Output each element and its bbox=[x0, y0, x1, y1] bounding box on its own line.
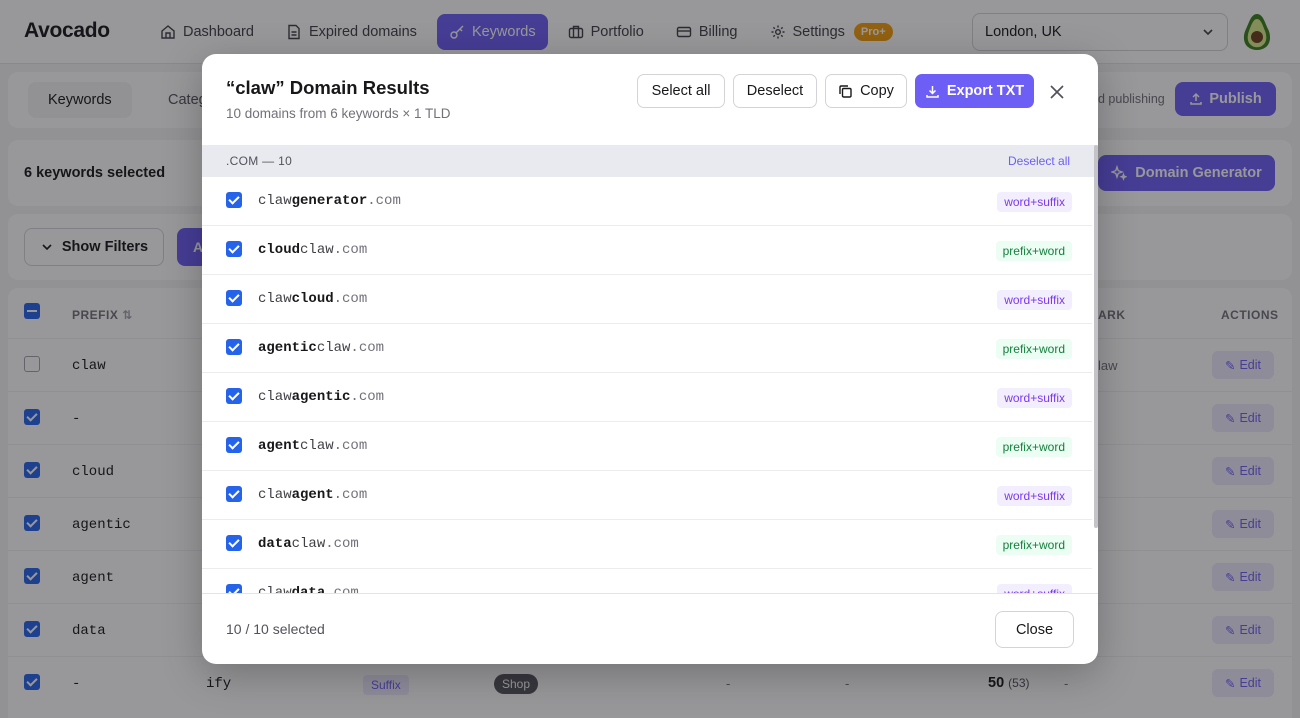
modal-subtitle: 10 domains from 6 keywords × 1 TLD bbox=[226, 106, 451, 121]
domain-row[interactable]: agentclaw.com prefix+word bbox=[202, 422, 1092, 471]
domain-checkbox[interactable] bbox=[226, 535, 242, 551]
domain-name: clawagent.com bbox=[258, 487, 368, 503]
pattern-badge: word+suffix bbox=[997, 486, 1072, 506]
domain-row[interactable]: dataclaw.com prefix+word bbox=[202, 520, 1092, 569]
pattern-badge: prefix+word bbox=[995, 437, 1072, 457]
modal-title: “claw” Domain Results bbox=[226, 77, 430, 98]
pattern-badge: prefix+word bbox=[995, 241, 1072, 261]
domain-row[interactable]: cloudclaw.com prefix+word bbox=[202, 226, 1092, 275]
domain-name: agentclaw.com bbox=[258, 438, 368, 454]
tld-group-label: .COM — 10 bbox=[226, 154, 293, 168]
deselect-all-link[interactable]: Deselect all bbox=[1008, 154, 1070, 168]
pattern-badge: prefix+word bbox=[995, 339, 1072, 359]
tld-group-header: .COM — 10 Deselect all bbox=[202, 145, 1098, 177]
close-icon[interactable] bbox=[1046, 81, 1068, 103]
domain-row[interactable]: clawcloud.com word+suffix bbox=[202, 275, 1092, 324]
domain-name: dataclaw.com bbox=[258, 536, 359, 552]
pattern-badge: word+suffix bbox=[997, 388, 1072, 408]
pattern-badge: word+suffix bbox=[997, 290, 1072, 310]
copy-button[interactable]: Copy bbox=[825, 74, 907, 108]
pattern-badge: prefix+word bbox=[995, 535, 1072, 555]
pattern-badge: word+suffix bbox=[997, 192, 1072, 212]
domain-row[interactable]: clawagent.com word+suffix bbox=[202, 471, 1092, 520]
domain-results-modal: “claw” Domain Results 10 domains from 6 … bbox=[202, 54, 1098, 664]
export-label: Export TXT bbox=[946, 83, 1025, 99]
domain-row[interactable]: clawdata.com word+suffix bbox=[202, 569, 1092, 593]
domain-name: cloudclaw.com bbox=[258, 242, 368, 258]
list-scrollbar[interactable] bbox=[1094, 145, 1098, 528]
download-icon bbox=[926, 85, 939, 98]
domain-checkbox[interactable] bbox=[226, 241, 242, 257]
domain-list[interactable]: clawgenerator.com word+suffix cloudclaw.… bbox=[202, 177, 1098, 593]
modal-footer: 10 / 10 selected Close bbox=[202, 593, 1098, 664]
domain-row[interactable]: agenticclaw.com prefix+word bbox=[202, 324, 1092, 373]
select-all-button[interactable]: Select all bbox=[637, 74, 725, 108]
domain-checkbox[interactable] bbox=[226, 584, 242, 593]
domain-checkbox[interactable] bbox=[226, 486, 242, 502]
domain-row[interactable]: clawgenerator.com word+suffix bbox=[202, 177, 1092, 226]
domain-name: clawdata.com bbox=[258, 585, 359, 593]
domain-name: clawcloud.com bbox=[258, 291, 368, 307]
copy-label: Copy bbox=[860, 83, 894, 99]
domain-name: clawagentic.com bbox=[258, 389, 385, 405]
domain-checkbox[interactable] bbox=[226, 339, 242, 355]
domain-checkbox[interactable] bbox=[226, 290, 242, 306]
domain-name: clawgenerator.com bbox=[258, 193, 401, 209]
domain-checkbox[interactable] bbox=[226, 192, 242, 208]
export-txt-button[interactable]: Export TXT bbox=[915, 74, 1034, 108]
domain-checkbox[interactable] bbox=[226, 437, 242, 453]
close-button[interactable]: Close bbox=[995, 611, 1074, 648]
domain-checkbox[interactable] bbox=[226, 388, 242, 404]
copy-icon bbox=[839, 84, 852, 98]
deselect-button[interactable]: Deselect bbox=[733, 74, 817, 108]
pattern-badge: word+suffix bbox=[997, 584, 1072, 593]
selected-count: 10 / 10 selected bbox=[226, 621, 325, 637]
domain-name: agenticclaw.com bbox=[258, 340, 385, 356]
domain-row[interactable]: clawagentic.com word+suffix bbox=[202, 373, 1092, 422]
